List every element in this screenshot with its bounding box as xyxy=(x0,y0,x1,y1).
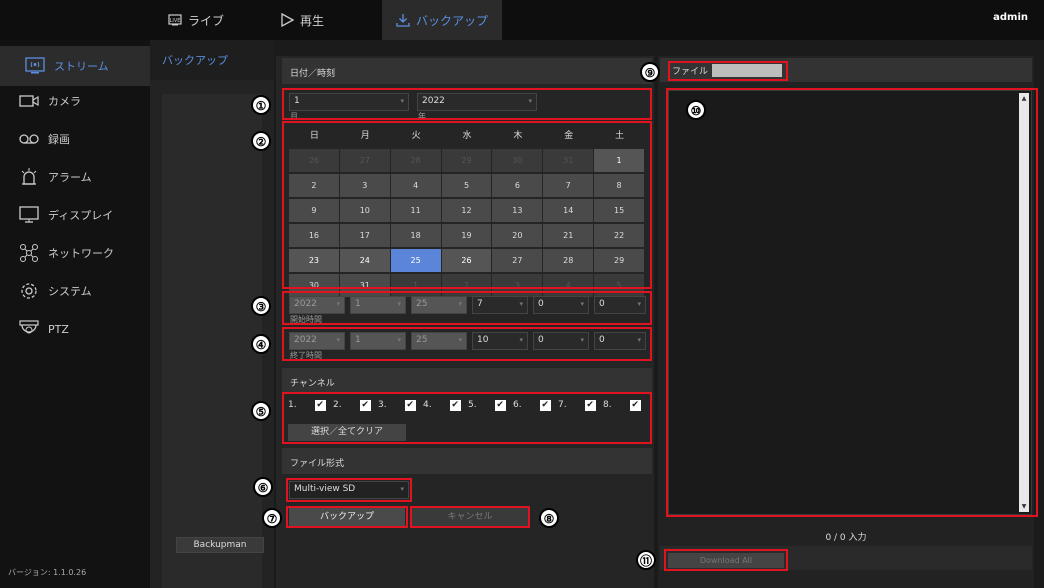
callout-number: ⑨ xyxy=(640,62,660,82)
callout-box-calendar xyxy=(282,121,652,289)
date-time-header: 日付／時刻 xyxy=(282,58,652,84)
download-icon xyxy=(396,13,410,27)
sidebar-item-network[interactable]: ネットワーク xyxy=(18,240,114,266)
tab-backup[interactable]: バックアップ xyxy=(382,0,502,40)
callout-number: ⑥ xyxy=(253,477,273,497)
subpanel-title[interactable]: バックアップ xyxy=(150,40,274,80)
callout-number: ② xyxy=(251,131,271,151)
channel-header: チャンネル xyxy=(282,368,652,394)
sidebar-item-stream-label: ストリーム xyxy=(54,60,109,73)
callout-box-month-year xyxy=(282,88,652,120)
callout-box-end-time xyxy=(282,327,652,361)
sidebar-item-ptz-label: PTZ xyxy=(48,322,69,336)
svg-text:LIVE: LIVE xyxy=(170,18,181,24)
callout-box-file-list xyxy=(666,88,1038,517)
callout-box-file-format xyxy=(286,478,412,502)
version-text: バージョン: 1.1.0.26 xyxy=(8,568,87,577)
stream-icon xyxy=(24,56,46,76)
sidebar-item-record[interactable]: 録画 xyxy=(18,126,70,152)
tab-playback[interactable]: 再生 xyxy=(280,0,324,40)
subpanel-list xyxy=(162,94,262,588)
sidebar-item-camera[interactable]: カメラ xyxy=(18,88,81,114)
top-nav-bar: LIVE ライブ 再生 バックアップ admin xyxy=(0,0,1044,40)
callout-number: ⑩ xyxy=(686,100,706,120)
live-icon: LIVE xyxy=(168,13,182,27)
display-icon xyxy=(18,205,40,225)
play-icon xyxy=(280,13,294,27)
username[interactable]: admin xyxy=(993,12,1028,23)
callout-number: ① xyxy=(251,95,271,115)
callout-box-file xyxy=(668,61,788,81)
record-icon xyxy=(18,129,40,149)
sidebar-item-display-label: ディスプレイ xyxy=(48,209,114,222)
sidebar-item-network-label: ネットワーク xyxy=(48,247,114,260)
sidebar-item-ptz[interactable]: PTZ xyxy=(18,316,69,342)
network-icon xyxy=(18,243,40,263)
sidebar: バージョン: 1.1.0.26 xyxy=(0,40,150,588)
sidebar-item-system-label: システム xyxy=(48,285,92,298)
callout-box-backup xyxy=(286,506,408,528)
alarm-icon xyxy=(18,167,40,187)
callout-box-download-all xyxy=(664,549,788,571)
tab-playback-label: 再生 xyxy=(300,13,325,28)
callout-box-channels xyxy=(282,392,652,444)
sidebar-item-record-label: 録画 xyxy=(48,133,70,146)
sidebar-item-alarm-label: アラーム xyxy=(48,171,92,184)
tab-live-label: ライブ xyxy=(188,13,225,28)
camera-icon xyxy=(18,91,40,111)
callout-box-start-time xyxy=(282,291,652,325)
sidebar-item-alarm[interactable]: アラーム xyxy=(18,164,92,190)
sidebar-item-camera-label: カメラ xyxy=(48,95,81,108)
tab-backup-label: バックアップ xyxy=(416,13,489,28)
callout-number: ⑧ xyxy=(539,508,559,528)
callout-number: ⑪ xyxy=(636,550,656,570)
backupman-button[interactable]: Backupman xyxy=(176,537,264,553)
sidebar-item-stream[interactable]: ストリーム xyxy=(0,46,150,86)
callout-number: ③ xyxy=(251,296,271,316)
file-format-header: ファイル形式 xyxy=(282,448,652,474)
tab-live[interactable]: LIVE ライブ xyxy=(168,0,224,40)
callout-number: ⑦ xyxy=(262,508,282,528)
callout-number: ⑤ xyxy=(251,401,271,421)
sidebar-item-display[interactable]: ディスプレイ xyxy=(18,202,113,228)
ptz-icon xyxy=(18,319,40,339)
file-count: 0 / 0 入力 xyxy=(825,533,867,543)
sidebar-item-system[interactable]: システム xyxy=(18,278,92,304)
callout-box-cancel xyxy=(410,506,530,528)
callout-number: ④ xyxy=(251,334,271,354)
system-gear-icon xyxy=(18,281,40,301)
